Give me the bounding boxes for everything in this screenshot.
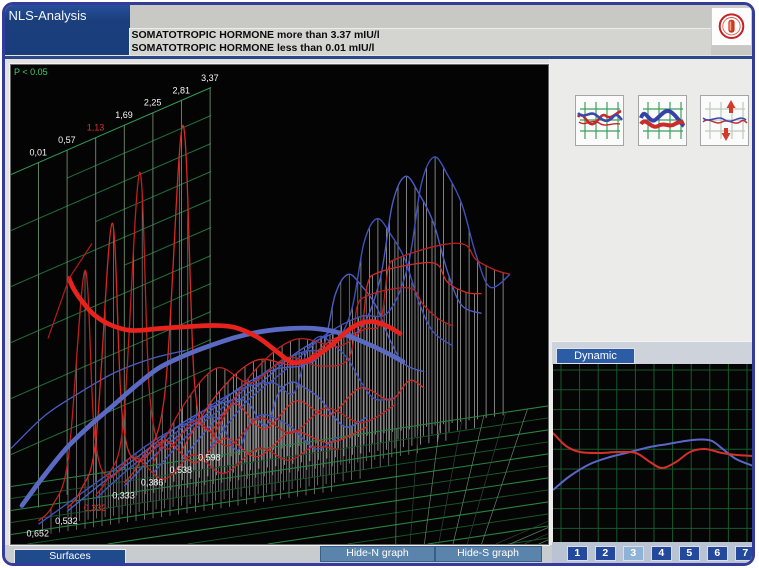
svg-text:0,386: 0,386 bbox=[141, 477, 164, 487]
svg-text:3,37: 3,37 bbox=[201, 72, 219, 82]
svg-text:0,57: 0,57 bbox=[58, 135, 76, 145]
svg-text:1,69: 1,69 bbox=[115, 110, 133, 120]
svg-text:P < 0.05: P < 0.05 bbox=[14, 67, 48, 77]
svg-text:2,25: 2,25 bbox=[144, 97, 162, 107]
svg-text:0,532: 0,532 bbox=[55, 515, 78, 525]
svg-text:0,538: 0,538 bbox=[170, 465, 193, 475]
svg-text:0,598: 0,598 bbox=[198, 452, 221, 462]
svg-text:1,13: 1,13 bbox=[87, 122, 105, 132]
svg-text:0,652: 0,652 bbox=[27, 528, 50, 538]
svg-text:2,81: 2,81 bbox=[173, 85, 191, 95]
svg-text:0,333: 0,333 bbox=[112, 490, 135, 500]
svg-text:0,01: 0,01 bbox=[30, 147, 48, 157]
svg-text:0,332: 0,332 bbox=[84, 503, 107, 513]
